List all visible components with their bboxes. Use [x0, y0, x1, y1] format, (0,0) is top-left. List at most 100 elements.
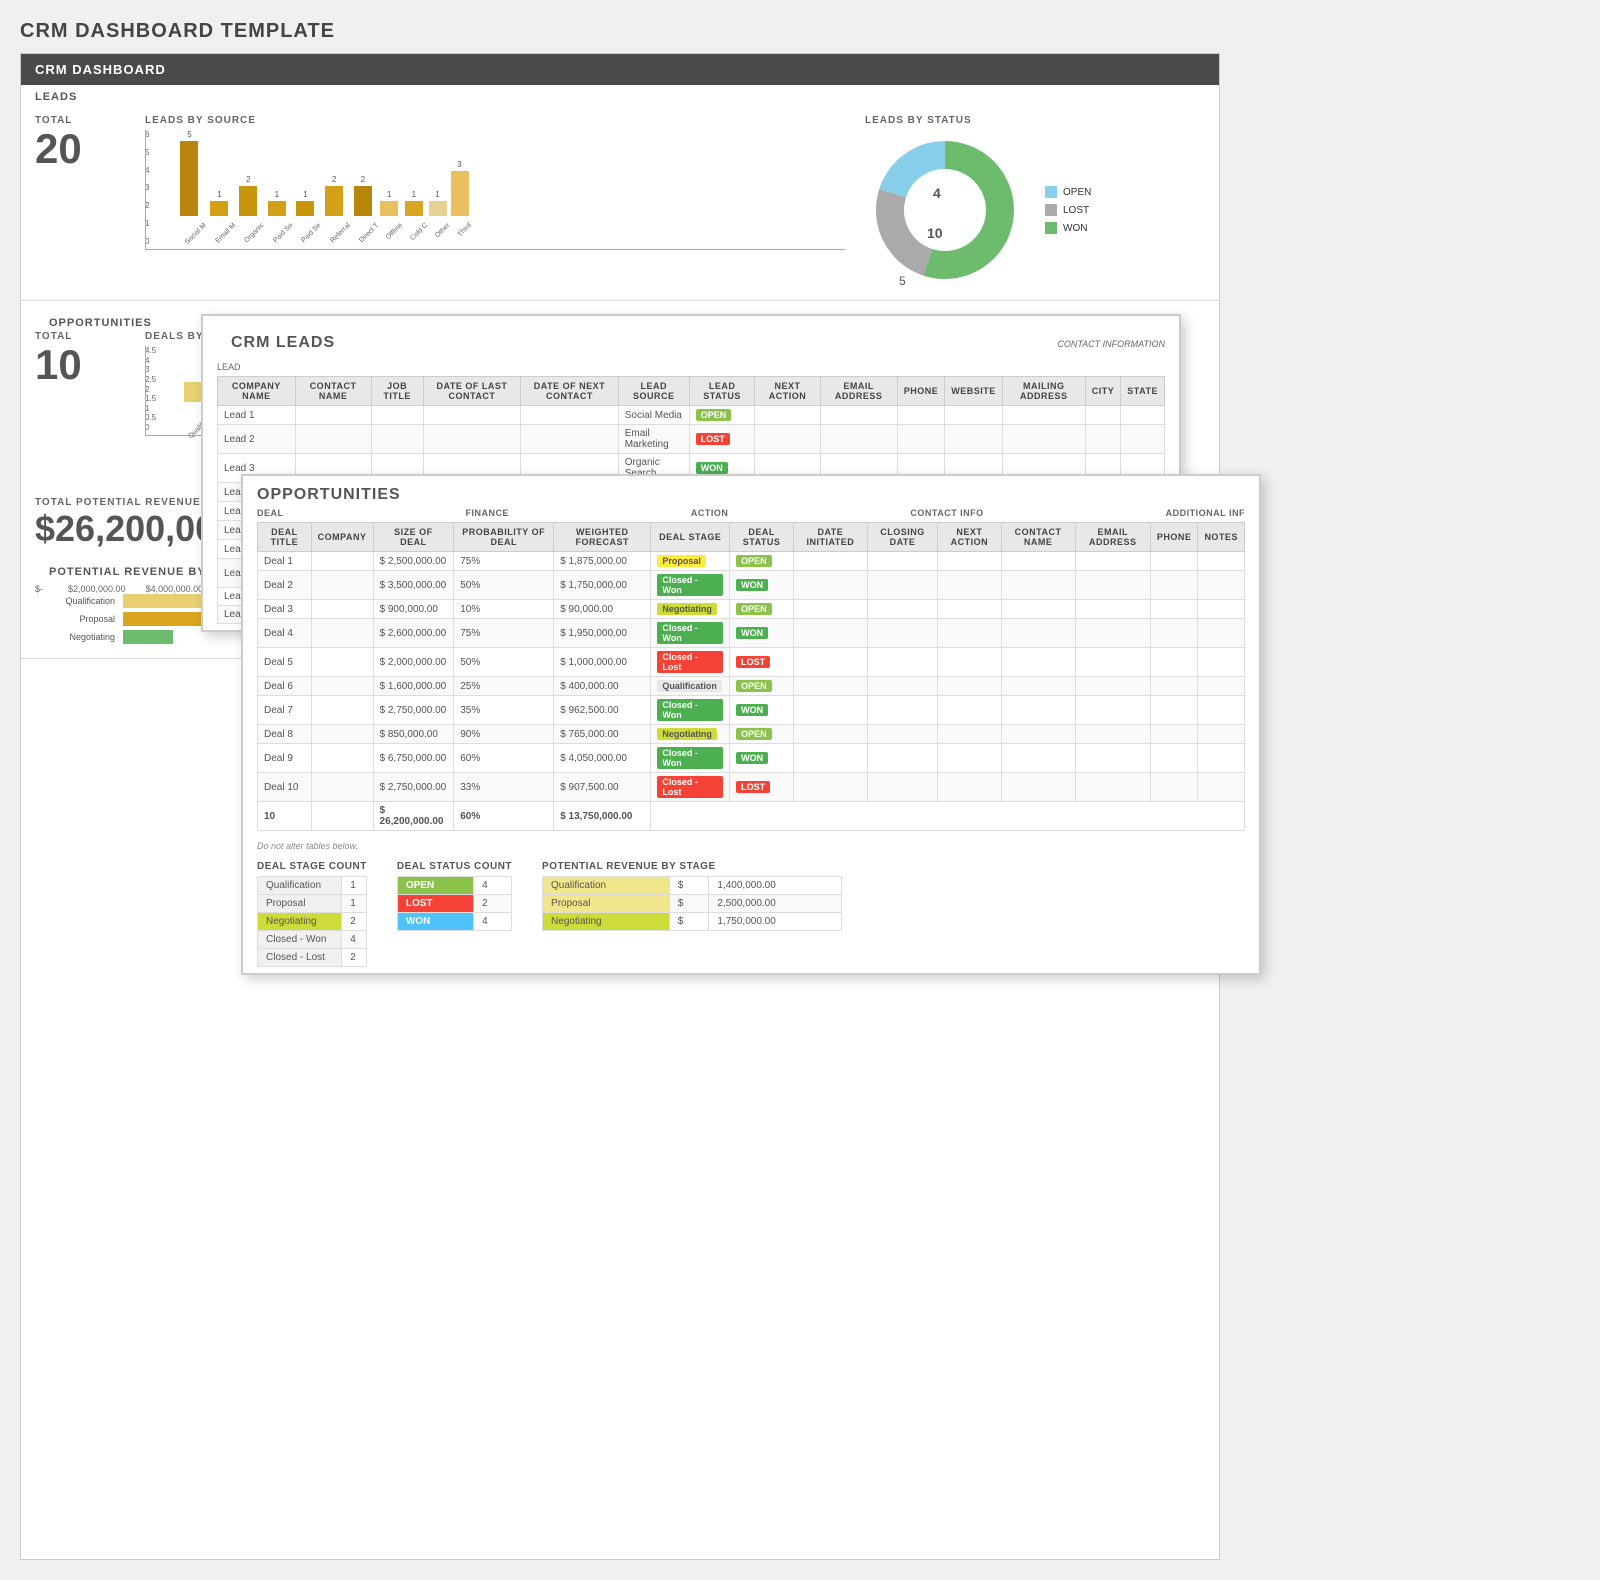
opp-prob-9: 33% — [454, 773, 554, 802]
opp-size-9: $ 2,750,000.00 — [373, 773, 454, 802]
opp-date-init-1 — [794, 571, 868, 600]
status-count-val-1: 2 — [474, 895, 512, 913]
potential-rev-title: POTENTIAL REVENUE BY STAGE — [542, 861, 842, 872]
opp-email-1 — [1075, 571, 1150, 600]
opp-closing-7 — [867, 725, 937, 744]
lead-section-label: LEAD — [203, 362, 1179, 376]
status-count-label-2: WON — [397, 913, 473, 931]
opportunities-overlay: OPPORTUNITIES DEAL FINANCE ACTION CONTAC… — [241, 474, 1261, 975]
opp-col-next-action: NEXT ACTION — [938, 523, 1001, 552]
opp-phone-2 — [1150, 600, 1198, 619]
opp-notes-6 — [1198, 696, 1245, 725]
opp-notes-4 — [1198, 648, 1245, 677]
opp-notes-7 — [1198, 725, 1245, 744]
opp-closing-2 — [867, 600, 937, 619]
opp-title-0: Deal 1 — [258, 552, 312, 571]
opp-stage-3: Closed - Won — [651, 619, 730, 648]
do-not-alter: Do not alter tables below. — [243, 837, 1259, 855]
opp-email-9 — [1075, 773, 1150, 802]
contact-info-label: CONTACT INFORMATION — [1057, 339, 1165, 349]
opportunities-table: DEAL TITLE COMPANY SIZE OF DEAL PROBABIL… — [257, 522, 1245, 831]
opp-phone-1 — [1150, 571, 1198, 600]
pot-rev-amount-0: 1,400,000.00 — [709, 877, 842, 895]
opp-email-5 — [1075, 677, 1150, 696]
opp-contact-1 — [1001, 571, 1075, 600]
lead-company-1: Lead 2 — [218, 425, 296, 454]
opp-col-phone: PHONE — [1150, 523, 1198, 552]
opp-company-9 — [311, 773, 373, 802]
opp-email-8 — [1075, 744, 1150, 773]
opp-total-value: 10 — [35, 342, 135, 388]
lead-phone-0 — [897, 406, 945, 425]
opp-weighted-5: $ 400,000.00 — [554, 677, 651, 696]
ds-count-stage-2: Negotiating — [258, 913, 342, 931]
opp-title-4: Deal 5 — [258, 648, 312, 677]
deal-stage-count-section: DEAL STAGE COUNT Qualification 1 Proposa… — [257, 861, 367, 967]
ds-count-stage-0: Qualification — [258, 877, 342, 895]
col-city: CITY — [1085, 377, 1121, 406]
lead-source-0: Social Media — [618, 406, 689, 425]
opp-prob-8: 60% — [454, 744, 554, 773]
lead-city-0 — [1085, 406, 1121, 425]
opp-status-4: LOST — [730, 648, 794, 677]
opp-col-deal-title: DEAL TITLE — [258, 523, 312, 552]
opp-closing-6 — [867, 696, 937, 725]
lead-mailing-0 — [1002, 406, 1085, 425]
bar-cold-call: 1 Cold C — [403, 190, 424, 229]
opp-weighted-0: $ 1,875,000.00 — [554, 552, 651, 571]
opp-size-1: $ 3,500,000.00 — [373, 571, 454, 600]
col-contact: CONTACT NAME — [295, 377, 371, 406]
potential-rev-table: Qualification $ 1,400,000.00 Proposal $ … — [542, 876, 842, 931]
opp-prob-2: 10% — [454, 600, 554, 619]
opp-status-7: OPEN — [730, 725, 794, 744]
opp-prob-4: 50% — [454, 648, 554, 677]
opp-phone-5 — [1150, 677, 1198, 696]
col-state: STATE — [1121, 377, 1165, 406]
opp-date-init-6 — [794, 696, 868, 725]
opp-phone-0 — [1150, 552, 1198, 571]
opp-col-notes: NOTES — [1198, 523, 1245, 552]
crm-header: CRM DASHBOARD — [21, 54, 1219, 85]
opp-overlay-title: OPPORTUNITIES — [243, 476, 1259, 508]
opp-stage-1: Closed - Won — [651, 571, 730, 600]
col-email: EMAIL ADDRESS — [820, 377, 897, 406]
bar-referral: 2 Referral — [322, 175, 347, 229]
opp-contact-label: CONTACT INFO — [910, 508, 983, 518]
opp-email-4 — [1075, 648, 1150, 677]
legend-won-label: WON — [1063, 223, 1087, 234]
lead-last-contact-1 — [423, 425, 520, 454]
opp-email-0 — [1075, 552, 1150, 571]
opp-size-5: $ 1,600,000.00 — [373, 677, 454, 696]
opp-action-label: ACTION — [691, 508, 729, 518]
lead-next-action-0 — [755, 406, 820, 425]
col-job-title: JOB TITLE — [371, 377, 423, 406]
opp-company-4 — [311, 648, 373, 677]
opp-email-6 — [1075, 696, 1150, 725]
lead-state-1 — [1121, 425, 1165, 454]
bar-social-media: 5 Social M — [176, 130, 203, 229]
opp-title-2: Deal 3 — [258, 600, 312, 619]
opp-closing-0 — [867, 552, 937, 571]
opp-contact-9 — [1001, 773, 1075, 802]
opp-notes-5 — [1198, 677, 1245, 696]
lead-contact-1 — [295, 425, 371, 454]
opp-date-init-2 — [794, 600, 868, 619]
opp-prob-3: 75% — [454, 619, 554, 648]
deal-status-count-table: OPEN 4 LOST 2 WON 4 — [397, 876, 512, 931]
lead-website-0 — [945, 406, 1003, 425]
status-count-label-0: OPEN — [397, 877, 473, 895]
opp-col-size: SIZE OF DEAL — [373, 523, 454, 552]
opp-next-action-6 — [938, 696, 1001, 725]
opp-next-action-9 — [938, 773, 1001, 802]
opp-next-action-2 — [938, 600, 1001, 619]
col-company: COMPANY NAME — [218, 377, 296, 406]
opp-closing-5 — [867, 677, 937, 696]
opp-next-action-0 — [938, 552, 1001, 571]
opp-deal-label: DEAL — [257, 508, 284, 518]
opp-prob-1: 50% — [454, 571, 554, 600]
opp-company-7 — [311, 725, 373, 744]
opp-company-3 — [311, 619, 373, 648]
opp-title-8: Deal 9 — [258, 744, 312, 773]
opp-closing-4 — [867, 648, 937, 677]
legend-lost: LOST — [1045, 204, 1091, 216]
